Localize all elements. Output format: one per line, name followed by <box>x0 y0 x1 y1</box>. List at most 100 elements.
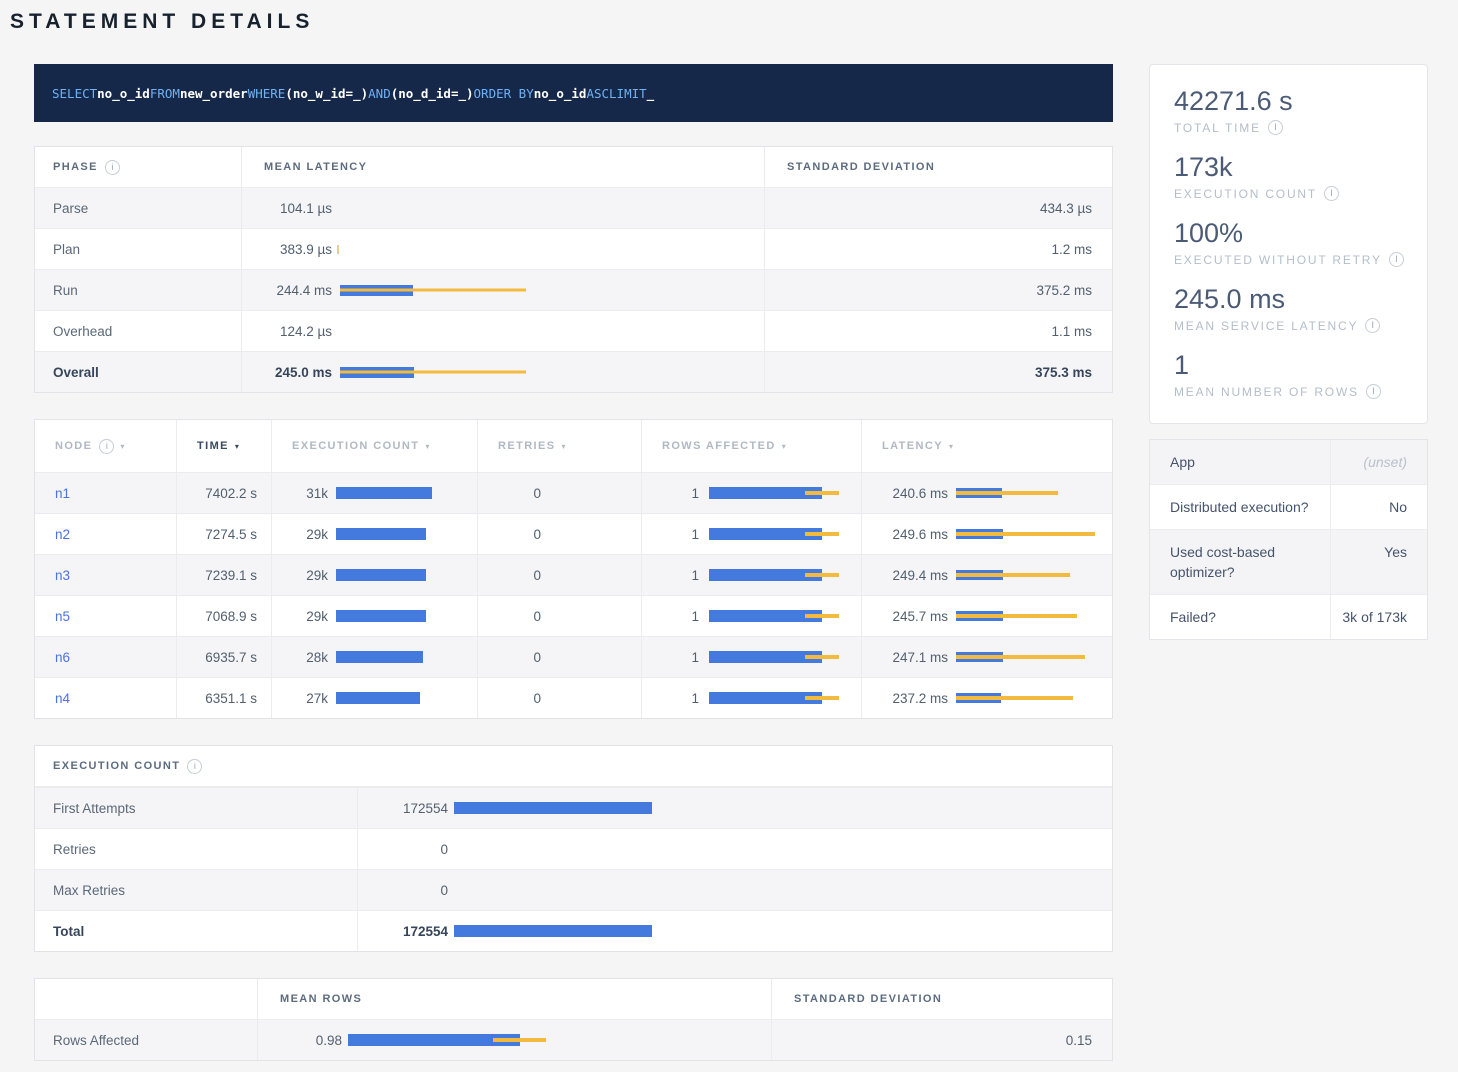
sql-identifier: _) <box>353 86 368 101</box>
exec-label: First Attempts <box>53 801 136 816</box>
sort-arrow-icon[interactable]: ▾ <box>561 442 565 451</box>
column-header-standard-deviation[interactable]: Standard Deviation <box>764 147 1112 187</box>
exec-cell-value: 0 <box>357 870 1112 910</box>
sort-arrow-icon[interactable]: ▾ <box>235 442 239 451</box>
node-cell-node: n5 <box>35 596 176 636</box>
node-cell-node: n1 <box>35 473 176 513</box>
column-header-label: Standard Deviation <box>787 161 935 173</box>
stat-label-text: Execution Count <box>1174 187 1317 201</box>
bar-chart <box>336 610 426 622</box>
node-link[interactable]: n5 <box>55 609 70 624</box>
node-cell-node: n2 <box>35 514 176 554</box>
node-link[interactable]: n1 <box>55 486 70 501</box>
phase-cell-label: Parse <box>35 188 241 228</box>
cell-value: 1 <box>642 691 699 706</box>
rows-cell-mean: 0.98 <box>257 1020 771 1060</box>
node-cell-retries: 0 <box>477 637 641 677</box>
column-header-rows-affected[interactable]: Rows Affected▾ <box>641 420 861 472</box>
bar-stddev <box>340 289 526 292</box>
column-header-latency[interactable]: Latency▾ <box>861 420 1112 472</box>
phase-cell-label: Overhead <box>35 311 241 351</box>
column-header-phase[interactable]: Phasei <box>35 147 241 187</box>
execution-count-row: First Attempts 172554 <box>35 787 1112 828</box>
node-cell-latency: 237.2 ms <box>861 678 1112 718</box>
info-icon[interactable]: i <box>1389 252 1404 267</box>
app-detail-label: Used cost-based optimizer? <box>1150 530 1330 594</box>
phase-row: Plan383.9 µs1.2 ms <box>35 228 1112 269</box>
bar-mean <box>454 802 652 814</box>
bar-chart <box>336 569 426 581</box>
node-cell-execution-count: 29k <box>271 514 477 554</box>
column-header-retries[interactable]: Retries ▾ <box>477 420 641 472</box>
phase-cell-mean-latency: 124.2 µs <box>241 311 764 351</box>
bar-mean <box>454 925 652 937</box>
bar-chart <box>956 488 1002 498</box>
node-cell-retries: 0 <box>477 596 641 636</box>
exec-cell-value: 172554 <box>357 911 1112 951</box>
bar-chart <box>336 487 432 499</box>
column-header-standard-deviation[interactable]: Standard Deviation <box>771 979 1112 1019</box>
info-icon[interactable]: i <box>1268 120 1283 135</box>
node-link[interactable]: n4 <box>55 691 70 706</box>
bar-stddev <box>956 614 1077 618</box>
rows-affected-table: Mean RowsStandard DeviationRows Affected… <box>34 978 1113 1061</box>
column-header-label: Retries <box>498 440 555 452</box>
bar-chart <box>956 570 1003 580</box>
node-link[interactable]: n2 <box>55 527 70 542</box>
bar-chart <box>956 693 1001 703</box>
cell-value: 245.0 ms <box>242 365 332 380</box>
cell-value: 29k <box>272 568 328 583</box>
sql-keyword: FROM <box>150 86 180 101</box>
column-header-time[interactable]: Time▾ <box>176 420 271 472</box>
exec-cell-value: 0 <box>357 829 1112 869</box>
column-header-node[interactable]: Nodei ▾ <box>35 420 176 472</box>
cell-value: 247.1 ms <box>862 650 948 665</box>
phase-label: Run <box>53 283 78 298</box>
info-icon[interactable]: i <box>187 759 202 774</box>
node-cell-retries: 0 <box>477 678 641 718</box>
info-icon[interactable]: i <box>1365 318 1380 333</box>
column-header-label: Phase <box>53 161 98 173</box>
info-icon[interactable]: i <box>105 160 120 175</box>
node-cell-time: 6351.1 s <box>176 678 271 718</box>
phase-label: Parse <box>53 201 88 216</box>
cell-value: 27k <box>272 691 328 706</box>
node-cell-time: 7068.9 s <box>176 596 271 636</box>
sql-identifier: (no_w_id <box>285 86 345 101</box>
phase-cell-standard-deviation: 1.1 ms <box>764 311 1112 351</box>
sql-keyword: WHERE <box>248 86 286 101</box>
stddev-value: 375.2 ms <box>1036 283 1092 298</box>
sort-arrow-icon[interactable]: ▾ <box>949 442 953 451</box>
column-header-label: Node <box>55 440 92 452</box>
node-link[interactable]: n6 <box>55 650 70 665</box>
phase-row: Overhead124.2 µs1.1 ms <box>35 310 1112 351</box>
node-row: n37239.1 s29k01249.4 ms <box>35 554 1112 595</box>
bar-chart <box>956 529 1003 539</box>
cell-value: 249.4 ms <box>862 568 948 583</box>
node-link[interactable]: n3 <box>55 568 70 583</box>
retries-value: 0 <box>533 527 541 542</box>
rows-affected-header: Mean RowsStandard Deviation <box>35 979 1112 1019</box>
column-header-mean-rows[interactable]: Mean Rows <box>257 979 771 1019</box>
bar-stddev <box>805 532 839 536</box>
column-header-execution-count[interactable]: Execution Count▾ <box>271 420 477 472</box>
phase-cell-mean-latency: 245.0 ms <box>241 352 764 392</box>
exec-cell-value: 172554 <box>357 788 1112 828</box>
bar-mean <box>336 569 426 581</box>
summary-stat-execution-count: 173kExecution Counti <box>1174 151 1407 201</box>
bar-stddev <box>956 655 1085 659</box>
sort-arrow-icon[interactable]: ▾ <box>425 442 429 451</box>
bar-stddev <box>956 573 1070 577</box>
execution-count-section-header: Execution Counti <box>35 746 1112 787</box>
sort-arrow-icon[interactable]: ▾ <box>782 442 786 451</box>
sort-arrow-icon[interactable]: ▾ <box>120 442 124 451</box>
phase-cell-standard-deviation: 1.2 ms <box>764 229 1112 269</box>
node-cell-time: 6935.7 s <box>176 637 271 677</box>
bar-mean <box>336 487 432 499</box>
info-icon[interactable]: i <box>99 439 114 454</box>
phase-row: Parse104.1 µs434.3 µs <box>35 187 1112 228</box>
column-header-mean-latency[interactable]: Mean Latency <box>241 147 764 187</box>
info-icon[interactable]: i <box>1366 384 1381 399</box>
info-icon[interactable]: i <box>1324 186 1339 201</box>
app-detail-row: Distributed execution?No <box>1150 484 1427 529</box>
